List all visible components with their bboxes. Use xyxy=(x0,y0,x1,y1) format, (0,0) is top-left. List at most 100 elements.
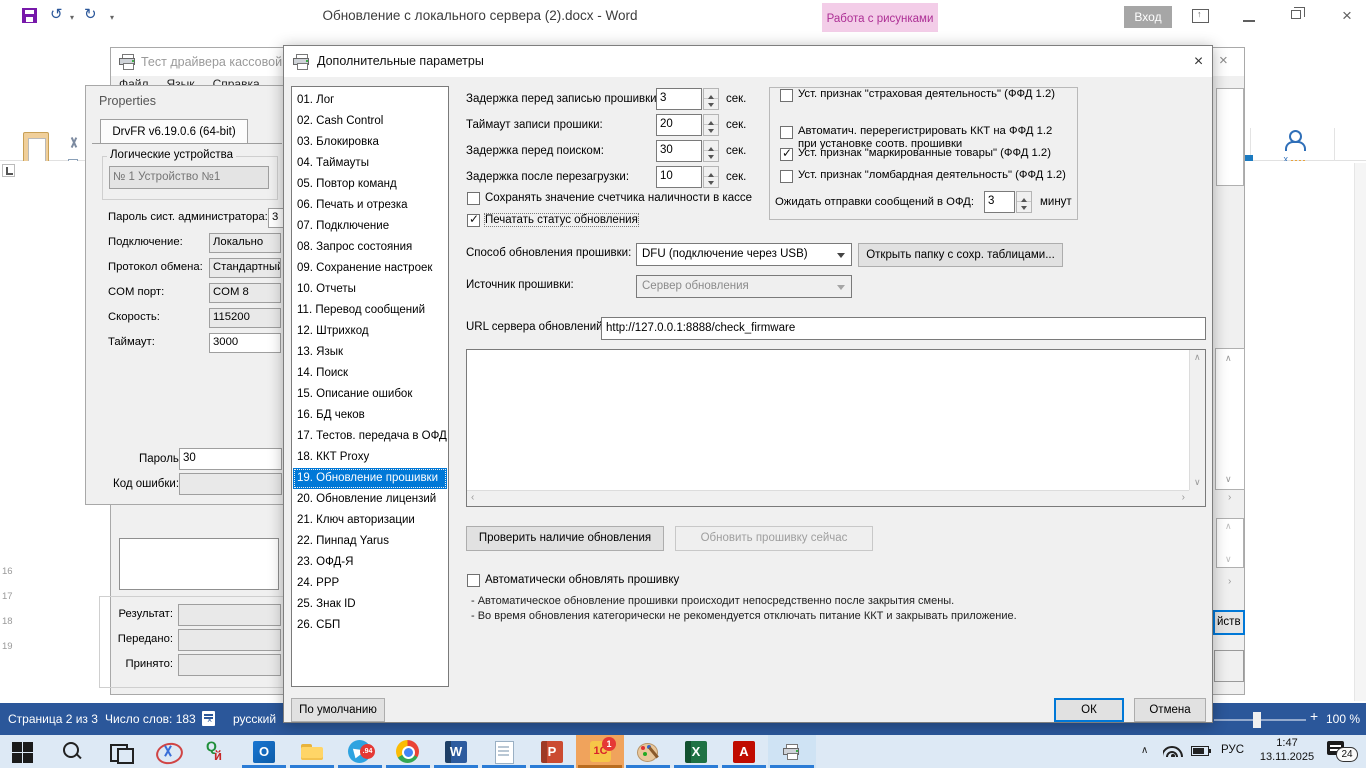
background-scrollbar-fragment[interactable]: ∧∨ xyxy=(1215,348,1245,490)
tray-expand-icon[interactable]: ∧ xyxy=(1141,745,1148,756)
scroll-up-icon[interactable]: ∧ xyxy=(1225,521,1232,532)
open-folder-button[interactable]: Открыть папку с сохр. таблицами... xyxy=(858,243,1063,267)
tab-drvfr-version[interactable]: DrvFR v6.19.0.6 (64-bit) xyxy=(100,119,248,143)
log-listbox[interactable] xyxy=(119,538,279,590)
spin-down-icon[interactable] xyxy=(1017,202,1031,212)
battery-icon[interactable] xyxy=(1191,746,1209,756)
dialog-titlebar[interactable]: Дополнительные параметры × xyxy=(284,46,1212,77)
field-value[interactable]: 3 xyxy=(268,208,284,228)
list-item[interactable]: 11. Перевод сообщений xyxy=(293,300,447,321)
list-item[interactable]: 05. Повтор команд xyxy=(293,174,447,195)
test-driver-close-icon[interactable]: × xyxy=(1219,52,1228,69)
spinner[interactable] xyxy=(703,140,719,162)
spinner[interactable] xyxy=(703,114,719,136)
list-item[interactable]: 02. Cash Control xyxy=(293,111,447,132)
ribbon-display-options-icon[interactable] xyxy=(1192,9,1209,23)
scroll-up-icon[interactable]: ∧ xyxy=(1225,353,1232,364)
scroll-down-icon[interactable]: ∨ xyxy=(1225,554,1232,565)
list-item[interactable]: 14. Поиск xyxy=(293,363,447,384)
list-item[interactable]: 15. Описание ошибок xyxy=(293,384,447,405)
spin-up-icon[interactable] xyxy=(704,167,718,177)
spin-down-icon[interactable] xyxy=(704,177,718,187)
field-value[interactable]: Стандартный xyxy=(209,258,281,278)
ffd-checkbox[interactable] xyxy=(780,170,793,183)
list-item[interactable]: 13. Язык xyxy=(293,342,447,363)
wifi-icon[interactable] xyxy=(1163,744,1183,757)
ffd-checkbox[interactable] xyxy=(780,148,793,161)
spin-up-icon[interactable] xyxy=(704,89,718,99)
spin-value-input[interactable]: 10 xyxy=(656,166,702,188)
spin-up-icon[interactable] xyxy=(704,141,718,151)
device-select[interactable]: № 1 Устройство №1 xyxy=(109,166,269,189)
list-item[interactable]: 06. Печать и отрезка xyxy=(293,195,447,216)
zoom-level[interactable]: 100 % xyxy=(1326,712,1360,726)
dialog-close-icon[interactable]: × xyxy=(1185,47,1212,76)
spin-down-icon[interactable] xyxy=(704,99,718,109)
tray-language[interactable]: РУС xyxy=(1221,744,1244,756)
list-item[interactable]: 08. Запрос состояния xyxy=(293,237,447,258)
spin-value-input[interactable]: 30 xyxy=(656,140,702,162)
taskbar-paint[interactable] xyxy=(624,735,672,768)
list-item[interactable]: 17. Тестов. передача в ОФД xyxy=(293,426,447,447)
check-update-button[interactable]: Проверить наличие обновления xyxy=(466,526,664,551)
scroll-down-icon[interactable]: ∨ xyxy=(1225,474,1232,485)
field-value[interactable]: COM 8 xyxy=(209,283,281,303)
task-view-button[interactable] xyxy=(96,735,144,768)
cancel-button[interactable]: Отмена xyxy=(1134,698,1206,722)
taskbar-snipping-app[interactable] xyxy=(144,735,192,768)
taskbar-notepad[interactable] xyxy=(480,735,528,768)
update-server-url-input[interactable]: http://127.0.0.1:8888/check_firmware xyxy=(601,317,1206,340)
taskbar-excel[interactable]: X xyxy=(672,735,720,768)
ruler-tab-selector-icon[interactable] xyxy=(2,164,15,177)
list-item[interactable]: 22. Пинпад Yarus xyxy=(293,531,447,552)
update-info-textarea[interactable]: ∧∨ ‹› xyxy=(466,349,1206,507)
list-item[interactable]: 12. Штрихкод xyxy=(293,321,447,342)
list-item[interactable]: 10. Отчеты xyxy=(293,279,447,300)
minimize-button[interactable] xyxy=(1243,20,1255,22)
language-indicator[interactable]: русский xyxy=(233,712,281,726)
tray-clock[interactable]: 1:4713.11.2025 xyxy=(1252,736,1322,767)
print-update-status-checkbox[interactable] xyxy=(467,214,480,227)
auto-update-checkbox[interactable] xyxy=(467,574,480,587)
save-cash-counter-checkbox[interactable] xyxy=(467,192,480,205)
spin-up-icon[interactable] xyxy=(1017,192,1031,202)
taskbar-search[interactable] xyxy=(48,735,96,768)
list-item[interactable]: 25. Знак ID xyxy=(293,594,447,615)
error-code-field[interactable] xyxy=(179,473,282,495)
spinner[interactable] xyxy=(703,88,719,110)
page-indicator[interactable]: Страница 2 из 3 xyxy=(8,712,98,726)
spin-up-icon[interactable] xyxy=(704,115,718,125)
list-item[interactable]: 20. Обновление лицензий xyxy=(293,489,447,510)
taskbar-powerpoint[interactable]: P xyxy=(528,735,576,768)
word-count[interactable]: Число слов: 183 xyxy=(105,712,196,726)
spin-down-icon[interactable] xyxy=(704,125,718,135)
list-item[interactable]: 24. PPP xyxy=(293,573,447,594)
taskbar-switcher-app[interactable]: Qй xyxy=(192,735,240,768)
scroll-right-icon[interactable]: › xyxy=(1228,576,1231,587)
list-item[interactable]: 16. БД чеков xyxy=(293,405,447,426)
background-listbox-fragment[interactable]: ∧∨ xyxy=(1216,518,1244,568)
proofing-errors-icon[interactable] xyxy=(202,711,215,726)
list-item[interactable]: 04. Таймауты xyxy=(293,153,447,174)
taskbar-telegram[interactable]: .94 xyxy=(336,735,384,768)
list-item[interactable]: 23. ОФД-Я xyxy=(293,552,447,573)
list-item[interactable]: 07. Подключение xyxy=(293,216,447,237)
taskbar-1c[interactable]: 1С1 xyxy=(576,735,624,768)
list-item[interactable]: 09. Сохранение настроек xyxy=(293,258,447,279)
update-method-select[interactable]: DFU (подключение через USB) xyxy=(636,243,852,266)
taskbar-word[interactable]: W xyxy=(432,735,480,768)
start-button[interactable] xyxy=(0,735,48,768)
partial-button[interactable]: йств xyxy=(1213,610,1245,635)
taskbar-driver-test-app[interactable] xyxy=(768,735,816,768)
ofd-wait-input[interactable]: 3 xyxy=(984,191,1015,213)
password-field[interactable]: 30 xyxy=(179,448,282,470)
taskbar-chrome[interactable] xyxy=(384,735,432,768)
field-value[interactable]: 115200 xyxy=(209,308,281,328)
list-item[interactable]: 26. СБП xyxy=(293,615,447,636)
spinner[interactable] xyxy=(703,166,719,188)
taskbar-acrobat[interactable]: A xyxy=(720,735,768,768)
list-item[interactable]: 18. ККТ Proxy xyxy=(293,447,447,468)
close-button[interactable]: × xyxy=(1335,4,1359,28)
list-item[interactable]: 03. Блокировка xyxy=(293,132,447,153)
taskbar-outlook[interactable]: O xyxy=(240,735,288,768)
